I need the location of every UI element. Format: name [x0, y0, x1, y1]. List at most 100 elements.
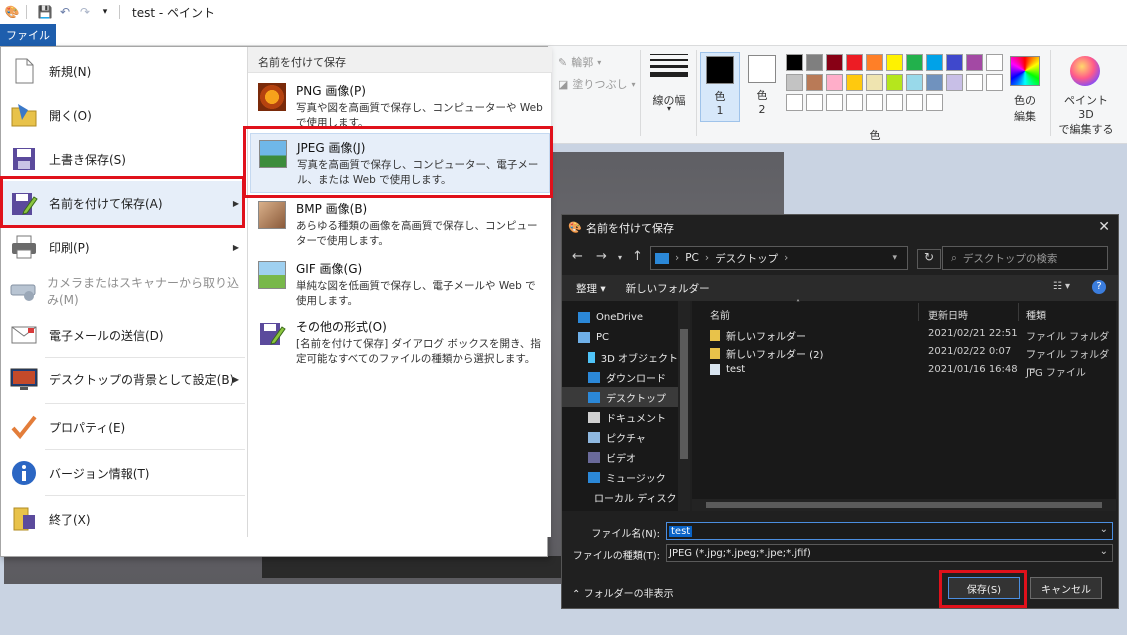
nav-tree-item[interactable]: PC	[562, 327, 678, 347]
file-list-scrollbar[interactable]	[692, 499, 1116, 511]
palette-color-swatch[interactable]	[786, 94, 803, 111]
palette-color-swatch[interactable]	[886, 94, 903, 111]
scrollbar-thumb[interactable]	[706, 502, 1102, 508]
redo-icon[interactable]: ↷	[77, 4, 93, 20]
save-as-other-formats[interactable]: その他の形式(O) [名前を付けて保存] ダイアログ ボックスを開き、指定可能な…	[250, 313, 550, 373]
file-row[interactable]: 新しいフォルダー (2) 2021/02/22 0:07 ファイル フォルダー	[692, 343, 1116, 376]
cancel-button[interactable]: キャンセル	[1030, 577, 1102, 599]
menu-about[interactable]: バージョン情報(T)	[3, 451, 245, 495]
palette-color-swatch[interactable]	[906, 94, 923, 111]
paint3d-icon[interactable]	[1070, 56, 1100, 86]
tab-file[interactable]: ファイル	[0, 24, 56, 46]
search-box[interactable]: ⌕ デスクトップの検索	[942, 246, 1108, 270]
image-file-icon	[710, 364, 720, 375]
nav-tree-item[interactable]: 3D オブジェクト	[562, 347, 678, 367]
column-header-date[interactable]: 更新日時	[928, 307, 968, 322]
scrollbar-thumb[interactable]	[680, 329, 688, 459]
refresh-icon[interactable]: ↻	[917, 249, 941, 269]
palette-color-swatch[interactable]	[926, 54, 943, 71]
view-options-icon[interactable]: ☷ ▾	[1053, 281, 1070, 292]
palette-color-swatch[interactable]	[846, 54, 863, 71]
line-width-icon[interactable]	[650, 54, 688, 81]
close-icon[interactable]: ✕	[1098, 219, 1110, 235]
nav-tree-item[interactable]: ビデオ	[562, 447, 678, 467]
undo-icon[interactable]: ↶	[57, 4, 73, 20]
menu-properties[interactable]: プロパティ(E)	[3, 405, 245, 449]
address-dropdown-icon[interactable]: ▾	[892, 253, 897, 263]
edit-colors-label[interactable]: 色の 編集	[1004, 92, 1046, 124]
edit-colors-icon[interactable]	[1010, 56, 1040, 86]
color2-button[interactable]: 色 2	[742, 52, 782, 122]
palette-color-swatch[interactable]	[826, 54, 843, 71]
menu-exit[interactable]: 終了(X)	[3, 497, 245, 541]
save-quick-icon[interactable]: 💾	[37, 4, 53, 20]
breadcrumb-pc[interactable]: PC	[685, 252, 699, 264]
file-row[interactable]: test 2021/01/16 16:48 JPG ファイル	[692, 361, 1116, 379]
new-folder-button[interactable]: 新しいフォルダー	[626, 281, 710, 296]
menu-scanner[interactable]: カメラまたはスキャナーから取り込み(M)	[3, 269, 245, 313]
palette-color-swatch[interactable]	[806, 94, 823, 111]
menu-email[interactable]: 電子メールの送信(D)	[3, 313, 245, 357]
palette-color-swatch[interactable]	[966, 74, 983, 91]
menu-open[interactable]: 開く(O)	[3, 93, 245, 137]
palette-color-swatch[interactable]	[906, 74, 923, 91]
nav-tree-item[interactable]: ミュージック	[562, 467, 678, 487]
chevron-down-icon[interactable]: ⌄	[1100, 546, 1108, 557]
palette-color-swatch[interactable]	[846, 94, 863, 111]
paint3d-button[interactable]: ペイント 3D で編集する	[1056, 92, 1116, 137]
chevron-down-icon[interactable]: ⌄	[1100, 524, 1108, 535]
palette-color-swatch[interactable]	[906, 54, 923, 71]
address-bar[interactable]: › PC › デスクトップ › ▾ ↻	[650, 246, 941, 270]
palette-color-swatch[interactable]	[846, 74, 863, 91]
save-as-gif[interactable]: GIF 画像(G) 単純な図を低画質で保存し、電子メールや Web で使用します…	[250, 255, 550, 315]
help-icon[interactable]: ?	[1092, 280, 1106, 294]
organize-button[interactable]: 整理 ▾	[576, 281, 606, 296]
filetype-select[interactable]: JPEG (*.jpg;*.jpeg;*.jpe;*.jfif) ⌄	[666, 544, 1113, 562]
nav-tree-item[interactable]: OneDrive	[562, 307, 678, 327]
nav-tree-item[interactable]: ドキュメント	[562, 407, 678, 427]
back-arrow-icon[interactable]: ←	[572, 249, 583, 264]
nav-tree-item[interactable]: デスクトップ	[562, 387, 678, 407]
hide-folders-toggle[interactable]: ⌃ フォルダーの非表示	[572, 585, 674, 600]
palette-color-swatch[interactable]	[806, 54, 823, 71]
filename-input[interactable]: test ⌄	[666, 522, 1113, 540]
up-arrow-icon[interactable]: ↑	[632, 249, 643, 264]
fill-button[interactable]: ◪ 塗りつぶし ▾	[558, 76, 636, 92]
palette-color-swatch[interactable]	[826, 94, 843, 111]
outline-button[interactable]: ✎ 輪郭 ▾	[558, 54, 601, 70]
menu-save[interactable]: 上書き保存(S)	[3, 137, 245, 181]
palette-color-swatch[interactable]	[826, 74, 843, 91]
navigation-scrollbar[interactable]	[678, 301, 690, 511]
breadcrumb-desktop[interactable]: デスクトップ	[715, 251, 778, 266]
palette-color-swatch[interactable]	[946, 74, 963, 91]
palette-color-swatch[interactable]	[966, 54, 983, 71]
forward-arrow-icon[interactable]: →	[596, 249, 607, 264]
palette-color-swatch[interactable]	[886, 54, 903, 71]
palette-color-swatch[interactable]	[866, 54, 883, 71]
nav-tree-item[interactable]: ピクチャ	[562, 427, 678, 447]
nav-tree-item[interactable]: ダウンロード	[562, 367, 678, 387]
nav-tree-item[interactable]: ローカル ディスク (C	[562, 487, 678, 507]
palette-color-swatch[interactable]	[866, 94, 883, 111]
palette-color-swatch[interactable]	[806, 74, 823, 91]
save-as-bmp[interactable]: BMP 画像(B) あらゆる種類の画像を高画質で保存し、コンピューターで使用しま…	[250, 195, 550, 255]
paint-app-icon[interactable]: 🎨	[4, 4, 20, 20]
customize-quick-access-icon[interactable]: ▾	[97, 4, 113, 20]
palette-color-swatch[interactable]	[946, 54, 963, 71]
palette-color-swatch[interactable]	[786, 54, 803, 71]
file-row[interactable]: 新しいフォルダー 2021/02/21 22:51 ファイル フォルダー	[692, 325, 1116, 358]
palette-color-swatch[interactable]	[886, 74, 903, 91]
palette-color-swatch[interactable]	[926, 94, 943, 111]
palette-color-swatch[interactable]	[926, 74, 943, 91]
column-header-name[interactable]: 名前	[710, 307, 730, 322]
menu-print[interactable]: 印刷(P) ▶	[3, 225, 245, 269]
menu-desktop-background[interactable]: デスクトップの背景として設定(B) ▶	[3, 357, 245, 401]
palette-color-swatch[interactable]	[786, 74, 803, 91]
recent-locations-icon[interactable]: ▾	[618, 253, 622, 262]
palette-color-swatch[interactable]	[866, 74, 883, 91]
palette-color-swatch[interactable]	[986, 54, 1003, 71]
palette-color-swatch[interactable]	[986, 74, 1003, 91]
color1-button[interactable]: 色 1	[700, 52, 740, 122]
menu-new[interactable]: 新規(N)	[3, 49, 245, 93]
column-header-type[interactable]: 種類	[1026, 307, 1046, 322]
